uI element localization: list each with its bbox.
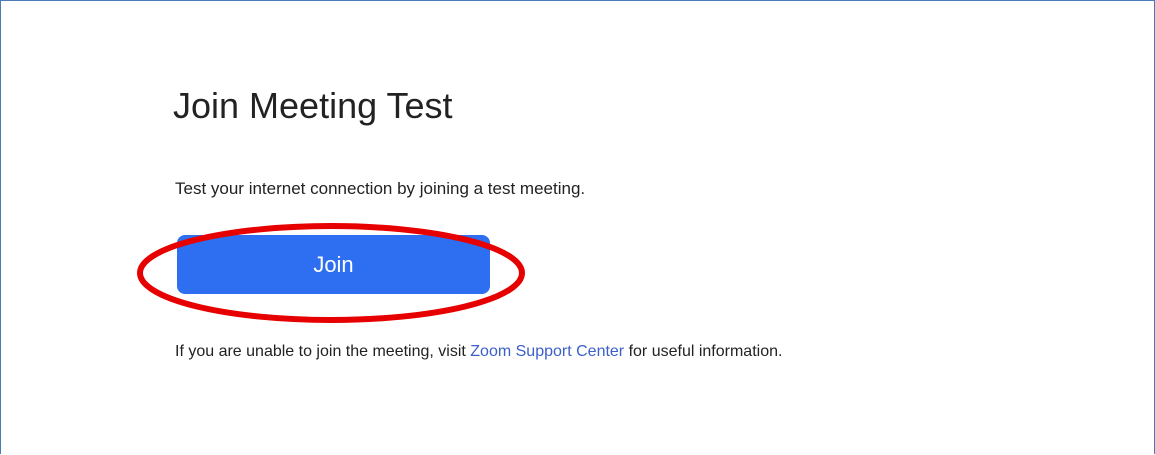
help-text: If you are unable to join the meeting, v… <box>175 341 782 363</box>
help-text-prefix: If you are unable to join the meeting, v… <box>175 343 471 360</box>
page-description: Test your internet connection by joining… <box>175 179 586 198</box>
page-frame <box>0 0 1155 454</box>
page-title: Join Meeting Test <box>173 85 453 126</box>
zoom-support-center-link[interactable]: Zoom Support Center <box>470 343 624 360</box>
join-button[interactable]: Join <box>177 235 490 294</box>
help-text-suffix: for useful information. <box>624 343 783 360</box>
